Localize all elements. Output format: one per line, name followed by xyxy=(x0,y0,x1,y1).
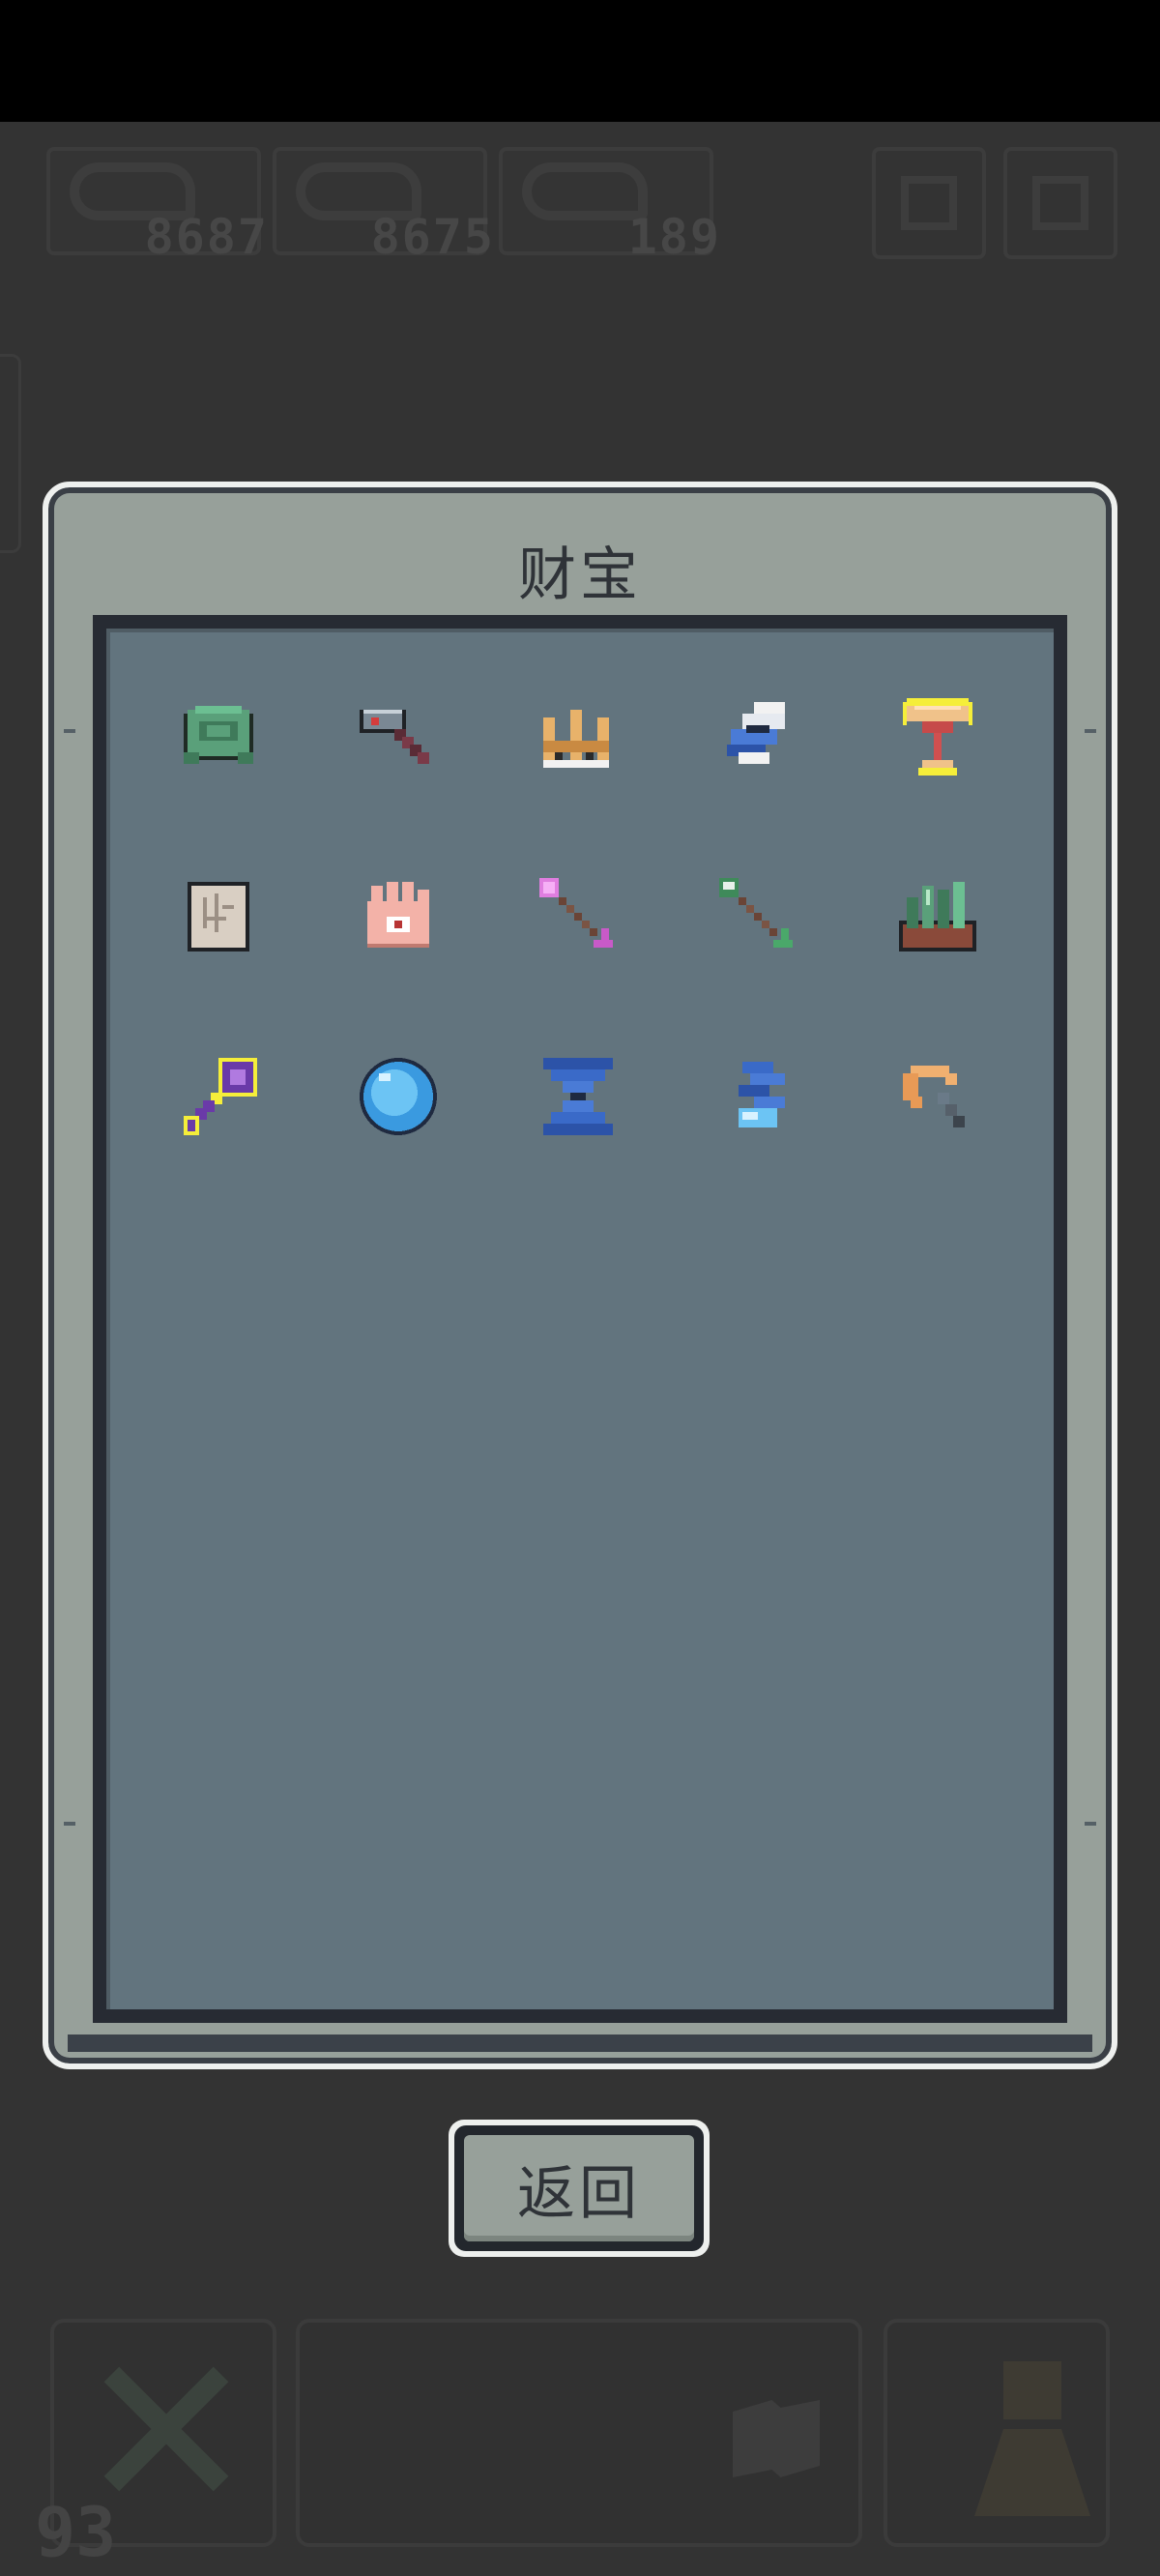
crossed-swords-icon xyxy=(102,2361,228,2487)
crystal-rock-icon[interactable] xyxy=(887,866,988,967)
character-slot[interactable] xyxy=(884,2319,1110,2547)
back-button-label: 返回 xyxy=(464,2135,694,2241)
settings-icon xyxy=(1032,176,1088,230)
hud-settings-button[interactable] xyxy=(1003,147,1117,259)
shrimp-icon[interactable] xyxy=(887,1046,988,1147)
menu-icon xyxy=(901,176,957,230)
turtle-shell-icon[interactable] xyxy=(168,687,269,787)
resource-counter-1: 8687 xyxy=(46,147,267,265)
resource-value: 8675 xyxy=(370,209,495,265)
goblet-icon[interactable] xyxy=(887,687,988,787)
hourglass-icon[interactable] xyxy=(528,1046,628,1147)
treasure-modal: 财宝 xyxy=(43,482,1117,2069)
purple-key-icon[interactable] xyxy=(168,1046,269,1147)
slot-count: 93 xyxy=(35,2493,117,2572)
resource-value: 8687 xyxy=(144,209,269,265)
blue-orb-icon[interactable] xyxy=(348,1046,449,1147)
pink-arrow-icon[interactable] xyxy=(528,866,628,967)
scroll-map-icon[interactable] xyxy=(168,866,269,967)
resource-counter-3: 189 xyxy=(499,147,719,265)
resource-value: 189 xyxy=(627,209,721,265)
treasure-grid-panel xyxy=(93,615,1067,2023)
center-slot[interactable] xyxy=(296,2319,862,2547)
book-icon xyxy=(733,2400,820,2477)
green-arrow-icon[interactable] xyxy=(708,866,808,967)
resource-counter-2: 8675 xyxy=(273,147,493,265)
back-button[interactable]: 返回 xyxy=(449,2120,710,2257)
hud-menu-button[interactable] xyxy=(872,147,986,259)
side-drawer-tab[interactable] xyxy=(0,354,21,553)
hammer-icon[interactable] xyxy=(348,687,449,787)
status-bar xyxy=(0,0,1160,122)
frame-bottom-strip xyxy=(68,2034,1092,2052)
character-icon xyxy=(974,2361,1090,2516)
modal-title: 财宝 xyxy=(518,542,642,609)
feather-icon[interactable] xyxy=(708,687,808,787)
attack-slot[interactable]: 93 xyxy=(35,2319,276,2572)
crown-icon[interactable] xyxy=(528,687,628,787)
eye-hand-icon[interactable] xyxy=(348,866,449,967)
blue-flame-icon[interactable] xyxy=(708,1046,808,1147)
